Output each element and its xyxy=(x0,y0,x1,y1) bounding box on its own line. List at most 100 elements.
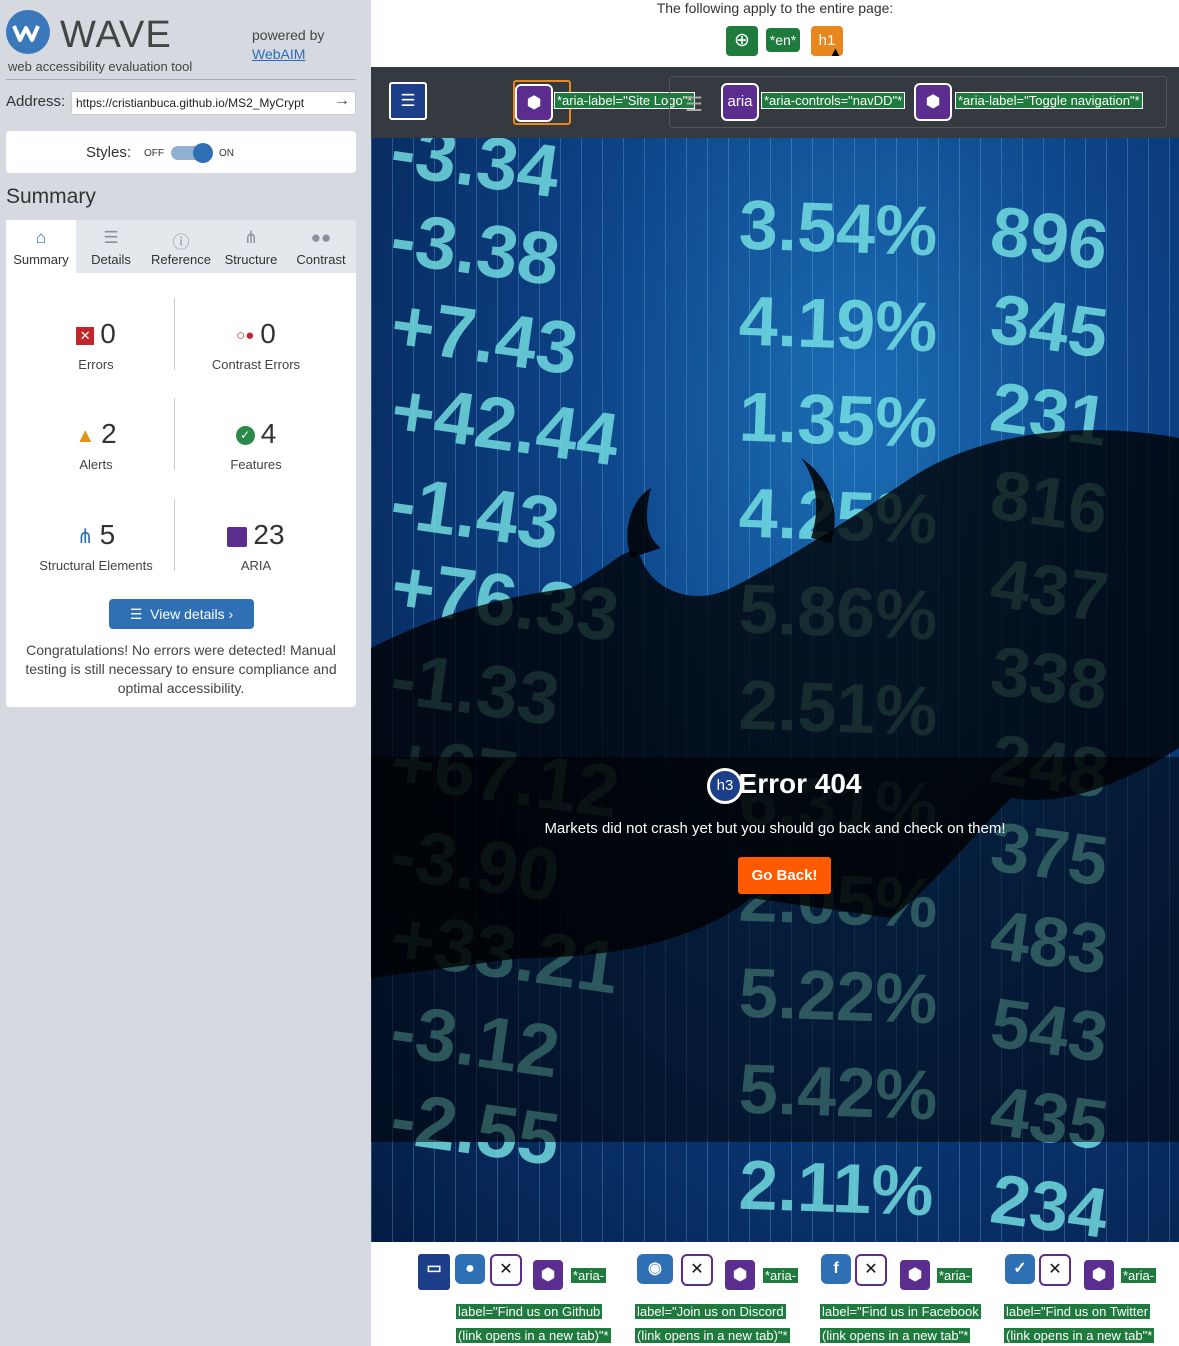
stat-label: Errors xyxy=(78,357,114,372)
congrats-message: Congratulations! No errors were detected… xyxy=(25,642,337,696)
lang-badge[interactable]: *en* xyxy=(766,28,800,52)
stat-aria[interactable]: 23 ARIA xyxy=(176,518,336,573)
footer-list-icon[interactable]: ▭ xyxy=(418,1254,450,1290)
footer-aria-prefix: *aria- xyxy=(937,1268,973,1283)
go-back-button[interactable]: Go Back! xyxy=(738,857,831,894)
close-icon[interactable]: ✕ xyxy=(490,1254,522,1286)
stat-value: 23 xyxy=(253,519,285,550)
styles-on-label: ON xyxy=(219,148,234,159)
stat-features[interactable]: ✓ 4 Features xyxy=(176,417,336,472)
hero-section: -3.34-3.38+7.43+42.44-1.43+76.33-1.33+67… xyxy=(371,138,1179,1242)
styles-toggle-knob[interactable] xyxy=(193,143,213,163)
tag-icon[interactable]: ⬢ xyxy=(515,84,553,122)
close-icon[interactable]: ✕ xyxy=(1039,1254,1071,1286)
feature-check-icon: ✓ xyxy=(235,426,255,446)
structure-icon: ⋔ xyxy=(243,228,259,247)
stat-alerts[interactable]: ▲ 2 Alerts xyxy=(16,417,176,472)
discord-aria-label-line2: (link opens in a new tab)"* xyxy=(635,1328,790,1343)
github-icon[interactable]: ● xyxy=(455,1254,485,1284)
twitter-icon[interactable]: ✓ xyxy=(1005,1254,1035,1284)
stat-contrast-errors[interactable]: ○● 0 Contrast Errors xyxy=(176,317,336,372)
styles-off-label: OFF xyxy=(144,148,164,159)
tab-label: Structure xyxy=(224,252,278,267)
close-icon[interactable]: ✕ xyxy=(681,1254,713,1286)
tab-label: Summary xyxy=(13,252,69,267)
stat-label: Features xyxy=(230,457,282,472)
view-details-label: View details › xyxy=(150,606,234,622)
error-band xyxy=(371,757,1179,1142)
structure-icon: ⋔ xyxy=(76,525,94,548)
aria-controls-label: *aria-controls="navDD"* xyxy=(761,92,906,109)
facebook-aria-label-line1: label="Find us in Facebook xyxy=(820,1304,981,1319)
tab-bar: ⌂ Summary ☰ Details ⓘ Reference ⋔ Struct… xyxy=(6,220,356,273)
wave-sidebar: WAVE web accessibility evaluation tool p… xyxy=(0,0,371,1346)
stat-label: Contrast Errors xyxy=(211,357,301,372)
address-input[interactable]: https://cristianbuca.github.io/MS2_MyCry… xyxy=(71,91,356,115)
error-title: Error 404 xyxy=(371,768,1179,800)
powered-by: powered by WebAIM xyxy=(252,26,324,64)
ticker-value: 4.19% xyxy=(737,281,939,367)
ticker-value: 896 xyxy=(986,191,1113,285)
divider xyxy=(174,298,175,370)
arrow-right-icon[interactable]: → xyxy=(334,92,350,110)
evaluated-page: The following apply to the entire page: … xyxy=(371,0,1179,1346)
alert-icon: ▲ xyxy=(75,424,96,447)
tab-details[interactable]: ☰ Details xyxy=(76,220,146,273)
wave-brand: WAVE xyxy=(60,14,172,56)
tab-label: Details xyxy=(91,252,131,267)
tag-icon[interactable]: ⬢ xyxy=(1082,1258,1116,1292)
tag-icon[interactable]: ⬢ xyxy=(531,1258,565,1292)
aria-toggle-label: *aria-label="Toggle navigation"* xyxy=(955,92,1143,109)
stat-label: Alerts xyxy=(79,457,113,472)
tag-icon[interactable]: ⬢ xyxy=(723,1258,757,1292)
stat-label: ARIA xyxy=(240,558,272,573)
discord-icon[interactable]: ◉ xyxy=(637,1254,673,1284)
styles-label: Styles: xyxy=(86,144,132,161)
stat-value: 5 xyxy=(99,519,116,550)
stat-errors[interactable]: ✕ 0 Errors xyxy=(16,317,176,372)
webaim-link[interactable]: WebAIM xyxy=(252,45,324,64)
summary-heading: Summary xyxy=(6,185,96,208)
twitter-aria-label-line2: (link opens in a new tab"* xyxy=(1004,1328,1155,1343)
ticker-value: 345 xyxy=(986,279,1113,373)
page-note: The following apply to the entire page: xyxy=(656,0,894,16)
warning-icon: ▲ xyxy=(829,44,842,59)
divider xyxy=(6,79,356,80)
view-details-button[interactable]: ☰ View details › xyxy=(109,599,254,629)
twitter-aria-label-line1: label="Find us on Twitter xyxy=(1004,1304,1151,1319)
error-title-text: Error 404 xyxy=(738,768,862,799)
tab-summary[interactable]: ⌂ Summary xyxy=(6,220,76,273)
info-icon: ⓘ xyxy=(172,233,190,252)
close-icon[interactable]: ✕ xyxy=(855,1254,887,1286)
divider xyxy=(174,499,175,571)
tag-icon[interactable]: ⬢ xyxy=(914,83,952,121)
tab-structure[interactable]: ⋔ Structure xyxy=(216,220,286,273)
hamburger-icon[interactable]: ☰ xyxy=(685,92,703,117)
stat-structural[interactable]: ⋔ 5 Structural Elements xyxy=(16,518,176,573)
styles-toggle-panel: Styles: OFF ON xyxy=(6,131,356,173)
wave-tagline: web accessibility evaluation tool xyxy=(8,59,193,74)
discord-aria-label-line1: label="Join us on Discord xyxy=(635,1304,786,1319)
ticker-value: 234 xyxy=(986,1159,1113,1242)
footer-aria-prefix: *aria- xyxy=(763,1268,799,1283)
stat-value: 4 xyxy=(260,418,277,449)
stat-value: 0 xyxy=(100,318,116,349)
stat-value: 2 xyxy=(101,418,117,449)
tab-reference[interactable]: ⓘ Reference xyxy=(146,220,216,273)
facebook-aria-label-line2: (link opens in a new tab"* xyxy=(820,1328,971,1343)
globe-icon[interactable]: ⊕ xyxy=(726,26,758,56)
navbar-list-icon[interactable]: ☰ xyxy=(389,82,427,120)
summary-panel: ⌂ Summary ☰ Details ⓘ Reference ⋔ Struct… xyxy=(6,220,356,707)
error-message: Markets did not crash yet but you should… xyxy=(544,820,1006,837)
tag-icon[interactable]: ⬢ xyxy=(898,1258,932,1292)
address-label: Address: xyxy=(6,93,66,110)
tab-contrast[interactable]: ●● Contrast xyxy=(286,220,356,273)
divider xyxy=(174,398,175,470)
error-icon: ✕ xyxy=(76,326,95,345)
list-icon: ☰ xyxy=(129,606,151,622)
facebook-icon[interactable]: f xyxy=(821,1254,851,1284)
tab-label: Contrast xyxy=(296,252,346,267)
aria-badge[interactable]: aria xyxy=(721,83,759,121)
stat-value: 0 xyxy=(260,318,276,349)
github-aria-label-line2: (link opens in a new tab)"* xyxy=(456,1328,611,1343)
